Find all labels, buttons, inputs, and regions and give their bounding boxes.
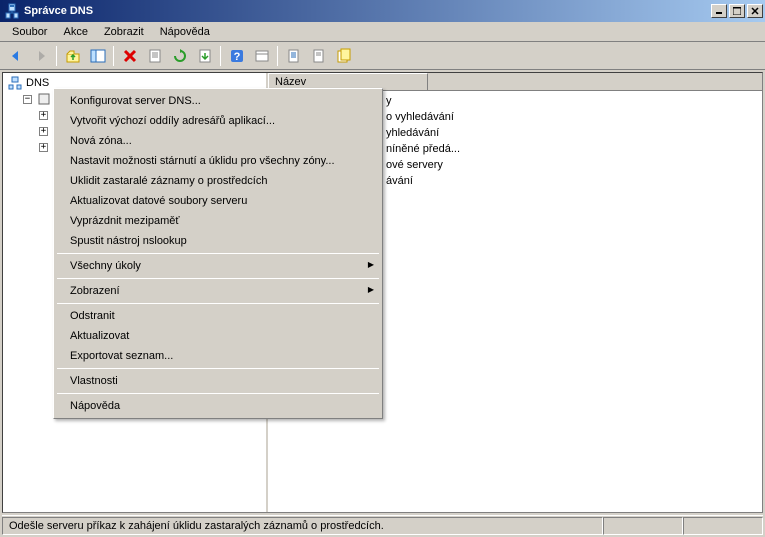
tool-button[interactable] [332, 45, 355, 67]
tree-expander[interactable]: + [39, 143, 48, 152]
ctx-all-tasks[interactable]: Všechny úkoly [56, 256, 380, 276]
list-item[interactable]: ávání [386, 173, 758, 189]
tree-pane: DNS − + + + Konfigurovat server DNS.. [3, 73, 268, 512]
menubar: Soubor Akce Zobrazit Nápověda [0, 22, 765, 42]
ctx-export[interactable]: Exportovat seznam... [56, 346, 380, 366]
back-button[interactable] [4, 45, 27, 67]
menu-help[interactable]: Nápověda [152, 24, 218, 40]
list-item[interactable]: ové servery [386, 157, 758, 173]
svg-text:?: ? [233, 51, 240, 63]
ctx-clear-cache[interactable]: Vyprázdnit mezipaměť [56, 211, 380, 231]
show-hide-tree-button[interactable] [86, 45, 109, 67]
status-panel [603, 517, 683, 535]
ctx-separator [57, 393, 379, 394]
tree-expander[interactable]: + [39, 127, 48, 136]
up-button[interactable] [61, 45, 84, 67]
help-button[interactable]: ? [225, 45, 248, 67]
ctx-separator [57, 253, 379, 254]
properties-button[interactable] [143, 45, 166, 67]
ctx-separator [57, 278, 379, 279]
context-menu: Konfigurovat server DNS... Vytvořit vých… [53, 88, 383, 419]
ctx-refresh[interactable]: Aktualizovat [56, 326, 380, 346]
dns-root-icon [7, 75, 23, 91]
toolbar-sep [56, 46, 57, 66]
minimize-button[interactable] [711, 4, 727, 18]
status-panel [683, 517, 763, 535]
menu-file[interactable]: Soubor [4, 24, 55, 40]
menu-action[interactable]: Akce [55, 24, 95, 40]
refresh-button[interactable] [168, 45, 191, 67]
tree-expander[interactable]: − [23, 95, 32, 104]
ctx-separator [57, 303, 379, 304]
ctx-delete[interactable]: Odstranit [56, 306, 380, 326]
ctx-configure-dns[interactable]: Konfigurovat server DNS... [56, 91, 380, 111]
delete-button[interactable] [118, 45, 141, 67]
ctx-create-partitions[interactable]: Vytvořit výchozí oddíly adresářů aplikac… [56, 111, 380, 131]
tree-expander[interactable]: + [39, 111, 48, 120]
ctx-nslookup[interactable]: Spustit nástroj nslookup [56, 231, 380, 251]
maximize-button[interactable] [729, 4, 745, 18]
toolbar-sep [277, 46, 278, 66]
tree-body: DNS − + + + Konfigurovat server DNS.. [3, 73, 266, 157]
window-buttons [711, 4, 763, 18]
ctx-new-zone[interactable]: Nová zóna... [56, 131, 380, 151]
app-icon [4, 3, 20, 19]
tool-button[interactable] [282, 45, 305, 67]
list-item[interactable]: o vyhledávání [386, 109, 758, 125]
list-item[interactable]: y [386, 93, 758, 109]
tree-root-label: DNS [26, 77, 49, 89]
list-item[interactable]: yhledávání [386, 125, 758, 141]
ctx-set-aging[interactable]: Nastavit možnosti stárnutí a úklidu pro … [56, 151, 380, 171]
ctx-update-files[interactable]: Aktualizovat datové soubory serveru [56, 191, 380, 211]
window-title: Správce DNS [24, 5, 711, 17]
toolbar: ? [0, 42, 765, 70]
list-item[interactable]: níněné předá... [386, 141, 758, 157]
menu-view[interactable]: Zobrazit [96, 24, 152, 40]
forward-button[interactable] [29, 45, 52, 67]
ctx-properties[interactable]: Vlastnosti [56, 371, 380, 391]
status-text: Odešle serveru příkaz k zahájení úklidu … [2, 517, 603, 535]
toolbar-sep [220, 46, 221, 66]
ctx-help[interactable]: Nápověda [56, 396, 380, 416]
ctx-view[interactable]: Zobrazení [56, 281, 380, 301]
ctx-scavenge[interactable]: Uklidit zastaralé záznamy o prostředcích [56, 171, 380, 191]
close-button[interactable] [747, 4, 763, 18]
tool-button[interactable] [307, 45, 330, 67]
ctx-separator [57, 368, 379, 369]
export-button[interactable] [193, 45, 216, 67]
statusbar: Odešle serveru příkaz k zahájení úklidu … [2, 515, 763, 535]
titlebar: Správce DNS [0, 0, 765, 22]
toolbar-sep [113, 46, 114, 66]
tool-button[interactable] [250, 45, 273, 67]
client-area: DNS − + + + Konfigurovat server DNS.. [2, 72, 763, 513]
server-icon [36, 91, 52, 107]
